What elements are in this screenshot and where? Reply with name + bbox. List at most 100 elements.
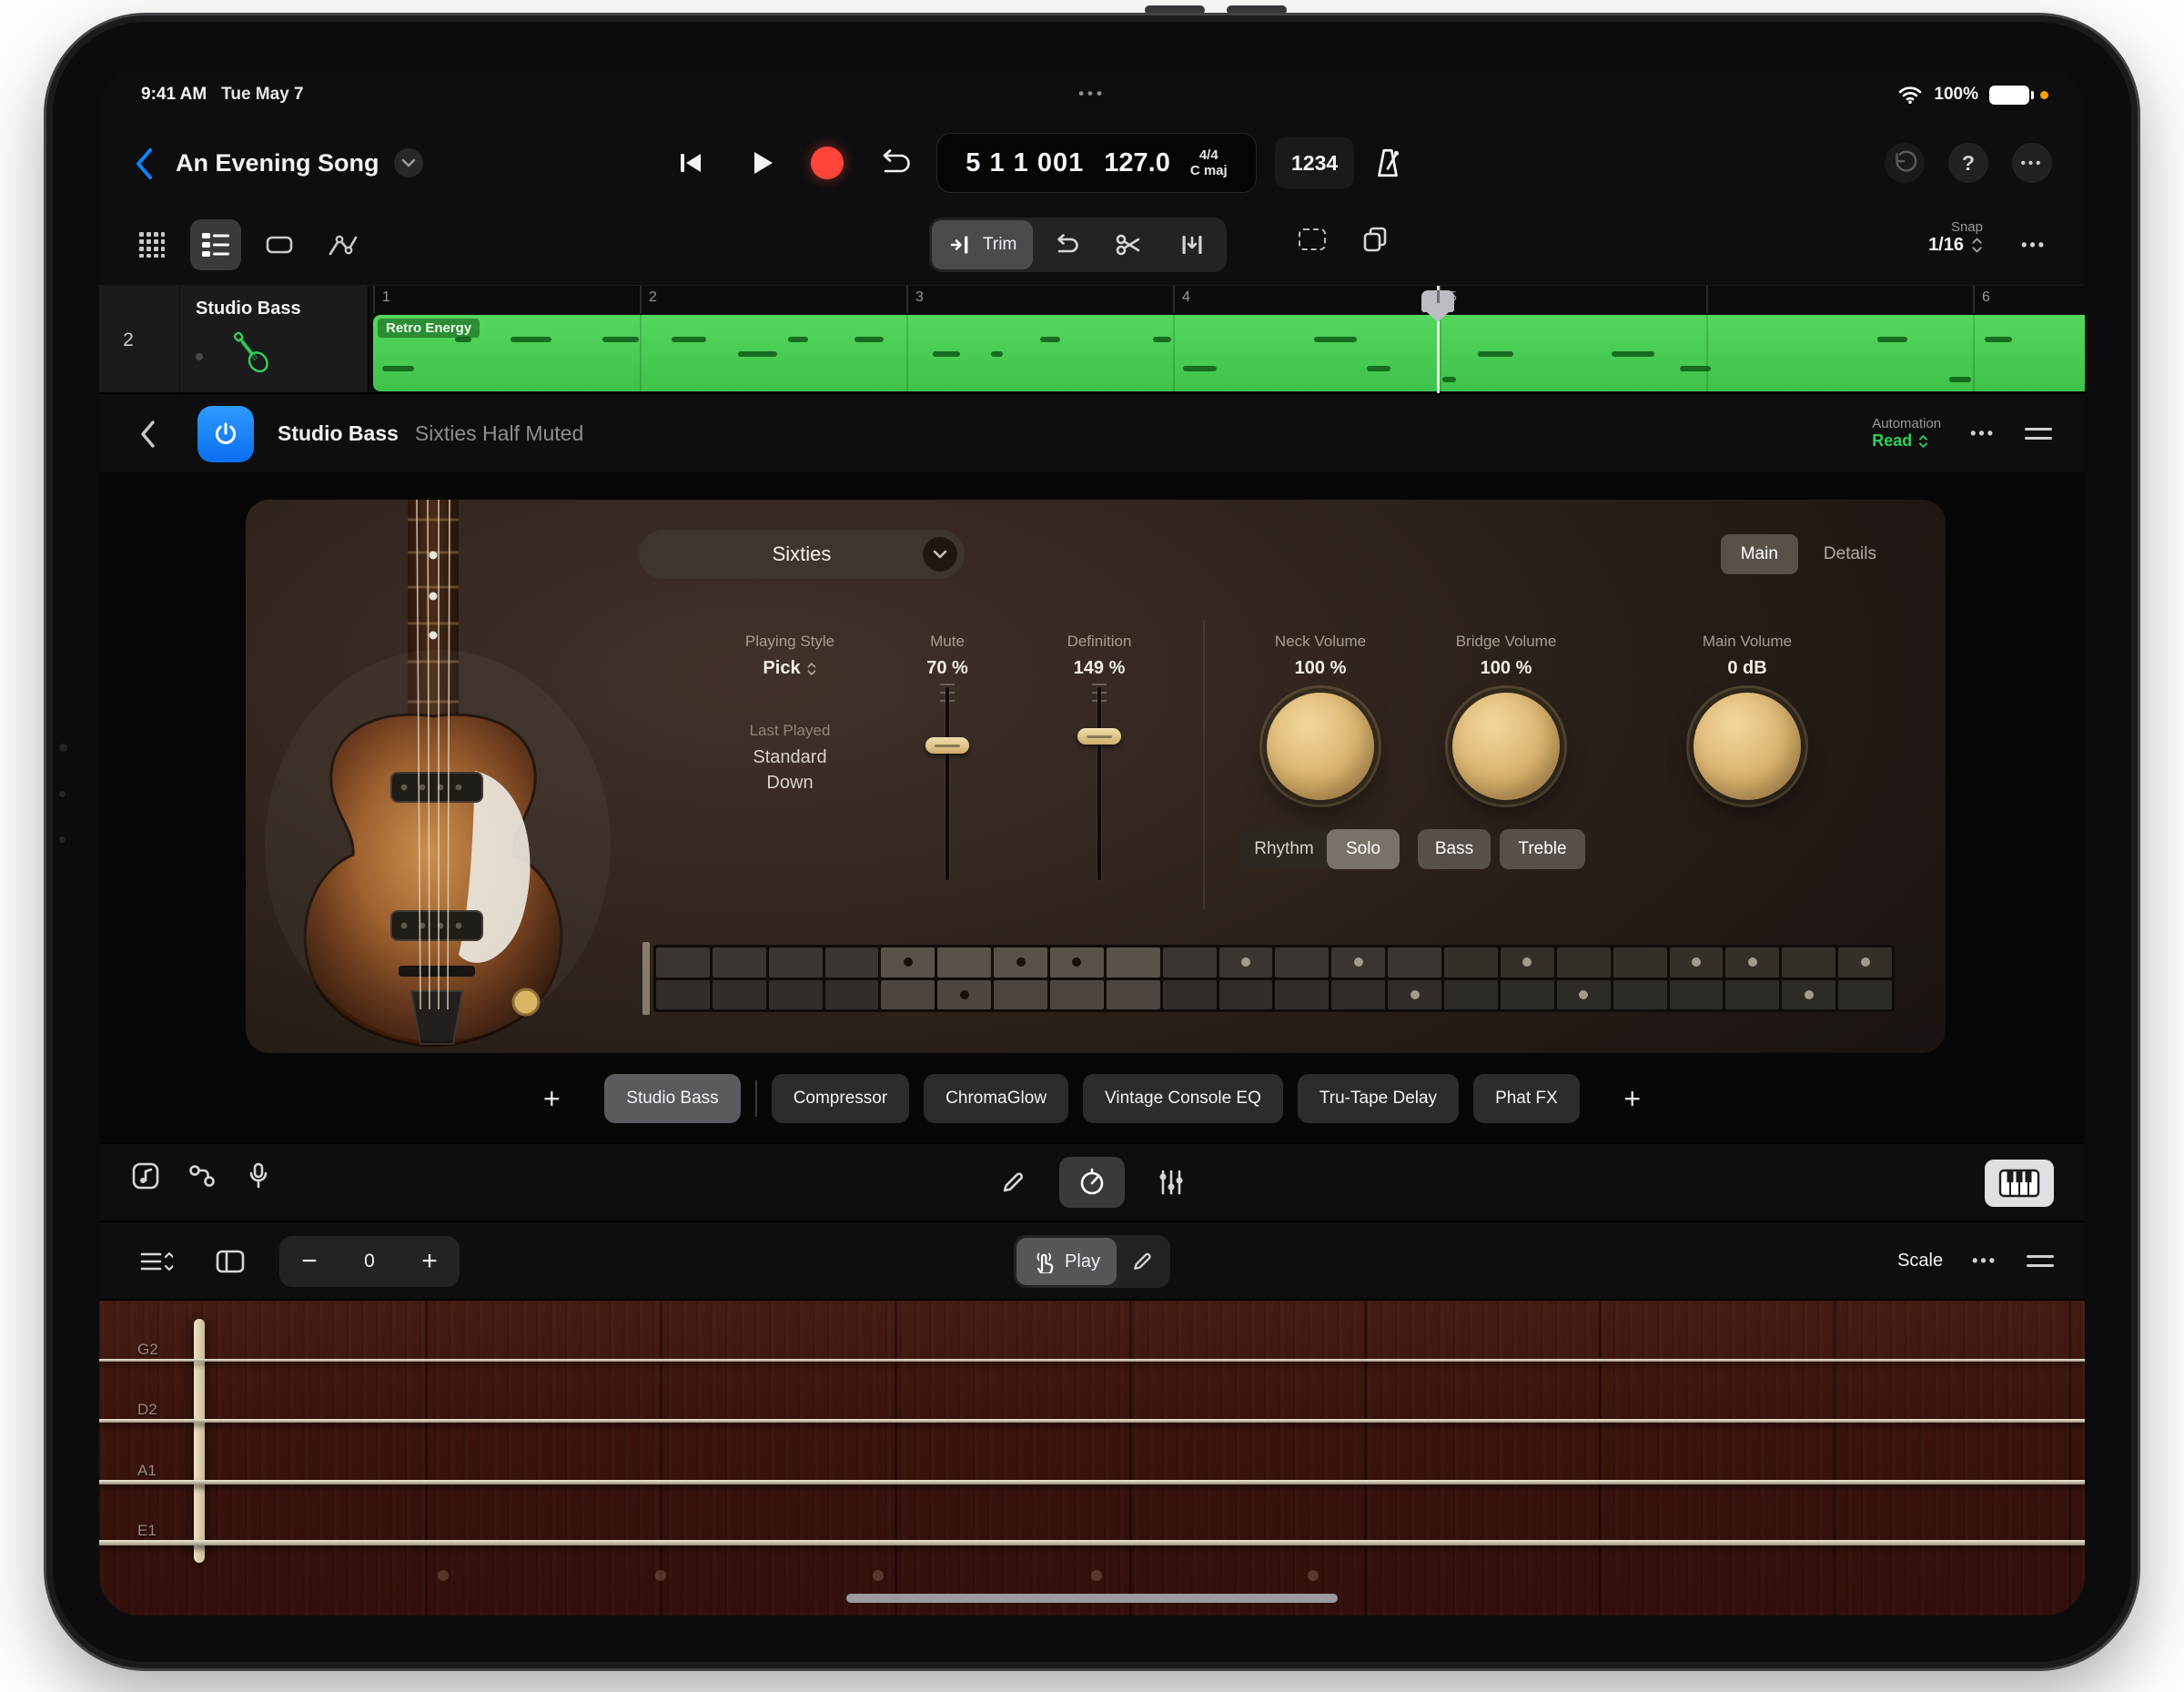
pattern-cell[interactable] <box>1388 947 1441 978</box>
definition-slider-track[interactable] <box>1097 687 1101 880</box>
undo-button[interactable] <box>1885 143 1925 183</box>
string-a1[interactable] <box>99 1480 2085 1484</box>
playing-style-control[interactable]: Pick <box>763 658 816 679</box>
pattern-cell[interactable] <box>656 980 710 1010</box>
pattern-cell[interactable] <box>1331 980 1385 1010</box>
pads-view-button[interactable] <box>126 219 177 270</box>
pattern-cell[interactable] <box>881 947 935 978</box>
pattern-cell[interactable] <box>994 980 1047 1010</box>
home-indicator[interactable] <box>846 1594 1338 1603</box>
trim-tool-button[interactable]: Trim <box>932 220 1033 269</box>
plugin-more-button[interactable]: ••• <box>1970 424 1996 443</box>
string-e1[interactable] <box>99 1540 2085 1545</box>
rhythm-button[interactable]: Rhythm <box>1238 829 1330 869</box>
pattern-cell[interactable] <box>1670 980 1724 1010</box>
pattern-cell[interactable] <box>1501 947 1554 978</box>
region-view-button[interactable] <box>254 219 305 270</box>
mixer-faders-button[interactable] <box>1147 1157 1196 1208</box>
main-volume-knob[interactable] <box>1694 693 1801 800</box>
copy-tool-button[interactable] <box>1360 225 1390 254</box>
routing-button[interactable] <box>187 1160 217 1191</box>
definition-slider-handle[interactable] <box>1077 728 1121 745</box>
mute-slider-track[interactable] <box>945 687 949 880</box>
bridge-volume-knob[interactable] <box>1452 693 1560 800</box>
tab-details[interactable]: Details <box>1804 534 1896 574</box>
automation-view-button[interactable] <box>318 219 369 270</box>
multitask-indicator-icon[interactable]: ••• <box>1078 85 1106 103</box>
neck-volume-knob[interactable] <box>1267 693 1374 800</box>
cycle-button[interactable] <box>867 146 918 180</box>
play-button[interactable] <box>736 147 787 178</box>
chain-item-vintage-console-eq[interactable]: Vintage Console EQ <box>1083 1074 1283 1123</box>
pattern-cell[interactable] <box>1557 980 1611 1010</box>
pattern-cell[interactable] <box>656 947 710 978</box>
pattern-cell[interactable] <box>1557 947 1611 978</box>
record-button[interactable] <box>802 146 853 180</box>
bass-button[interactable]: Bass <box>1418 829 1491 869</box>
pattern-cell[interactable] <box>1219 947 1273 978</box>
octave-plus-button[interactable]: + <box>399 1236 460 1287</box>
solo-button[interactable]: Solo <box>1327 829 1400 869</box>
add-plugin-left-button[interactable]: + <box>531 1079 571 1119</box>
pattern-cell[interactable] <box>1275 980 1329 1010</box>
chain-item-studio-bass[interactable]: Studio Bass <box>604 1074 740 1123</box>
preset-selector[interactable]: Sixties <box>639 530 965 579</box>
treble-button[interactable]: Treble <box>1500 829 1585 869</box>
pattern-cell[interactable] <box>1219 980 1273 1010</box>
snap-control[interactable]: Snap 1/16 <box>1928 219 1983 256</box>
pattern-cell[interactable] <box>937 947 991 978</box>
editor-more-button[interactable]: ••• <box>1972 1251 1997 1271</box>
chain-item-phat-fx[interactable]: Phat FX <box>1473 1074 1580 1123</box>
loop-tool-button[interactable] <box>1033 220 1097 269</box>
pattern-cell[interactable] <box>1444 980 1498 1010</box>
edit-more-button[interactable]: ••• <box>2021 236 2047 255</box>
timeline-ruler[interactable]: 1 2 3 4 5 6 7 <box>369 286 2085 313</box>
play-mode-button[interactable]: Play <box>1016 1238 1117 1285</box>
edit-mode-button[interactable] <box>1117 1238 1168 1285</box>
pattern-cell[interactable] <box>1163 947 1217 978</box>
chain-item-tru-tape-delay[interactable]: Tru-Tape Delay <box>1298 1074 1459 1123</box>
pattern-cell[interactable] <box>1613 980 1667 1010</box>
pattern-cell[interactable] <box>1163 980 1217 1010</box>
pattern-cell[interactable] <box>1275 947 1329 978</box>
view-options-button[interactable] <box>130 1236 181 1287</box>
octave-minus-button[interactable]: − <box>279 1236 339 1287</box>
help-button[interactable]: ? <box>1948 143 1988 183</box>
pattern-cell[interactable] <box>1388 980 1441 1010</box>
tab-main[interactable]: Main <box>1721 534 1798 574</box>
split-tool-button[interactable] <box>1097 220 1160 269</box>
tracks-view-button[interactable] <box>190 219 241 270</box>
loops-browser-button[interactable] <box>130 1160 161 1191</box>
join-tool-button[interactable] <box>1160 220 1224 269</box>
input-monitor-button[interactable] <box>243 1160 274 1191</box>
plugin-power-button[interactable] <box>197 406 254 462</box>
fretboard-view[interactable]: G2 D2 A1 E1 <box>99 1299 2085 1616</box>
marquee-tool-button[interactable] <box>1299 228 1326 250</box>
pattern-cell[interactable] <box>769 947 823 978</box>
string-d2[interactable] <box>99 1419 2085 1423</box>
controls-view-button[interactable] <box>1059 1157 1125 1208</box>
chain-item-chromaglow[interactable]: ChromaGlow <box>924 1074 1068 1123</box>
pattern-cell[interactable] <box>825 947 879 978</box>
scale-button[interactable]: Scale <box>1897 1251 1943 1272</box>
pattern-cell[interactable] <box>881 980 935 1010</box>
pattern-cell[interactable] <box>1107 947 1160 978</box>
sidebar-toggle-button[interactable] <box>205 1236 256 1287</box>
pattern-cell[interactable] <box>1725 980 1779 1010</box>
pattern-cell[interactable] <box>769 980 823 1010</box>
capo-bar[interactable] <box>194 1319 205 1563</box>
pattern-cell[interactable] <box>1670 947 1724 978</box>
pattern-cell[interactable] <box>1501 980 1554 1010</box>
mute-slider-handle[interactable] <box>925 737 969 754</box>
midi-region[interactable]: Retro Energy <box>373 315 2085 391</box>
pattern-cell[interactable] <box>1782 947 1835 978</box>
pattern-cell[interactable] <box>994 947 1047 978</box>
chain-item-compressor[interactable]: Compressor <box>772 1074 909 1123</box>
more-options-button[interactable]: ••• <box>2012 143 2052 183</box>
go-to-beginning-button[interactable] <box>665 147 716 178</box>
pattern-cell[interactable] <box>825 980 879 1010</box>
pattern-cell[interactable] <box>713 980 766 1010</box>
plugin-resize-handle[interactable] <box>2025 428 2052 440</box>
pattern-cell[interactable] <box>1838 980 1892 1010</box>
pattern-cell[interactable] <box>1444 947 1498 978</box>
